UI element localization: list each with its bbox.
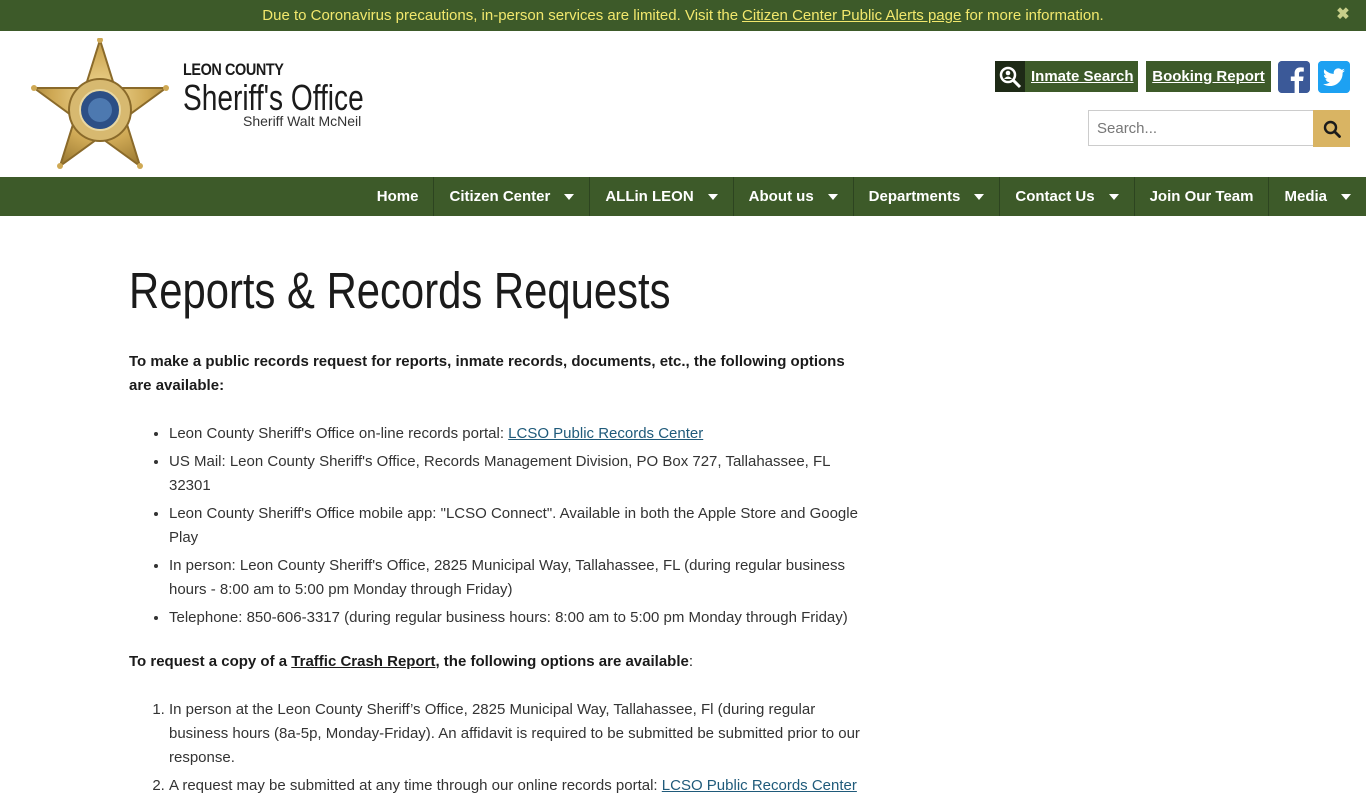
caret-down-icon bbox=[707, 193, 718, 200]
list-item: Leon County Sheriff's Office mobile app:… bbox=[169, 502, 864, 550]
nav-home[interactable]: Home bbox=[362, 177, 434, 216]
brand-office: Sheriff's Office bbox=[183, 77, 364, 118]
nav-allin-leon[interactable]: ALLin LEON bbox=[589, 177, 732, 216]
magnifier-person-icon bbox=[995, 61, 1025, 92]
brand[interactable]: LEON COUNTY Sheriff's Office Sheriff Wal… bbox=[183, 60, 383, 129]
nav-label: About us bbox=[748, 188, 814, 205]
inmate-search-button[interactable]: Inmate Search bbox=[995, 61, 1138, 92]
list-item-text: US Mail: Leon County Sheriff's Office, R… bbox=[169, 453, 830, 494]
sheriff-badge-logo[interactable] bbox=[31, 38, 169, 170]
nav-label: Join Our Team bbox=[1149, 188, 1254, 205]
booking-report-button[interactable]: Booking Report bbox=[1146, 61, 1271, 92]
list-item-text: A request may be submitted at any time t… bbox=[169, 777, 662, 794]
crash-intro: To request a copy of a Traffic Crash Rep… bbox=[129, 650, 864, 674]
nav-label: Citizen Center bbox=[449, 188, 551, 205]
twitter-icon[interactable] bbox=[1318, 61, 1350, 93]
nav-label: Departments bbox=[868, 188, 961, 205]
caret-down-icon bbox=[1108, 193, 1119, 200]
caret-down-icon bbox=[1341, 193, 1351, 200]
main-content: Reports & Records Requests To make a pub… bbox=[129, 260, 864, 802]
search-button[interactable] bbox=[1313, 110, 1350, 147]
records-options-list: Leon County Sheriff's Office on-line rec… bbox=[129, 422, 864, 630]
list-item: Leon County Sheriff's Office on-line rec… bbox=[169, 422, 864, 446]
close-icon[interactable]: ✖ bbox=[1334, 5, 1352, 25]
crash-intro-after: , the following options are available bbox=[435, 653, 689, 670]
main-nav: Home Citizen Center ALLin LEON About us … bbox=[0, 177, 1366, 216]
nav-about-us[interactable]: About us bbox=[732, 177, 853, 216]
list-item: A request may be submitted at any time t… bbox=[169, 774, 864, 798]
nav-label: Home bbox=[376, 188, 419, 205]
nav-label: Contact Us bbox=[1015, 188, 1095, 205]
page-title: Reports & Records Requests bbox=[129, 262, 671, 319]
list-item: In person at the Leon County Sheriff’s O… bbox=[169, 698, 864, 770]
list-item-text: Leon County Sheriff's Office on-line rec… bbox=[169, 425, 509, 442]
records-intro: To make a public records request for rep… bbox=[129, 353, 845, 394]
alert-text-after: for more information. bbox=[965, 7, 1104, 24]
list-item-text: Leon County Sheriff's Office mobile app:… bbox=[169, 505, 858, 546]
caret-down-icon bbox=[564, 193, 575, 200]
nav-media[interactable]: Media bbox=[1268, 177, 1366, 216]
nav-citizen-center[interactable]: Citizen Center bbox=[433, 177, 589, 216]
alert-link[interactable]: Citizen Center Public Alerts page bbox=[742, 7, 961, 24]
list-item-text: Telephone: 850-606-3317 (during regular … bbox=[169, 609, 848, 626]
nav-contact-us[interactable]: Contact Us bbox=[999, 177, 1133, 216]
caret-down-icon bbox=[974, 193, 985, 200]
records-portal-link[interactable]: LCSO Public Records Center bbox=[508, 425, 703, 442]
facebook-icon[interactable] bbox=[1278, 61, 1310, 93]
brand-sheriff-name: Sheriff Walt McNeil bbox=[243, 113, 362, 129]
nav-label: Media bbox=[1284, 188, 1327, 205]
list-item-text: In person at the Leon County Sheriff’s O… bbox=[169, 701, 860, 766]
list-item: Telephone: 850-606-3317 (during regular … bbox=[169, 606, 864, 630]
nav-join-our-team[interactable]: Join Our Team bbox=[1133, 177, 1269, 216]
nav-label: ALLin LEON bbox=[605, 188, 694, 205]
search-icon bbox=[1323, 120, 1341, 138]
records-portal-link-2[interactable]: LCSO Public Records Center bbox=[662, 777, 857, 794]
search-input[interactable] bbox=[1088, 110, 1313, 146]
traffic-crash-report-link[interactable]: Traffic Crash Report bbox=[291, 653, 435, 670]
crash-intro-colon: : bbox=[688, 653, 694, 670]
alert-bar: Due to Coronavirus precautions, in-perso… bbox=[0, 0, 1366, 31]
list-item: In person: Leon County Sheriff's Office,… bbox=[169, 554, 864, 602]
caret-down-icon bbox=[827, 193, 838, 200]
list-item-text: In person: Leon County Sheriff's Office,… bbox=[169, 557, 846, 598]
list-item: US Mail: Leon County Sheriff's Office, R… bbox=[169, 450, 864, 498]
nav-departments[interactable]: Departments bbox=[852, 177, 1000, 216]
booking-report-label: Booking Report bbox=[1152, 68, 1265, 85]
alert-text-before: Due to Coronavirus precautions, in-perso… bbox=[262, 7, 739, 24]
inmate-search-label: Inmate Search bbox=[1031, 68, 1134, 85]
crash-options-list: In person at the Leon County Sheriff’s O… bbox=[129, 698, 864, 798]
crash-intro-before: To request a copy of a bbox=[129, 653, 292, 670]
